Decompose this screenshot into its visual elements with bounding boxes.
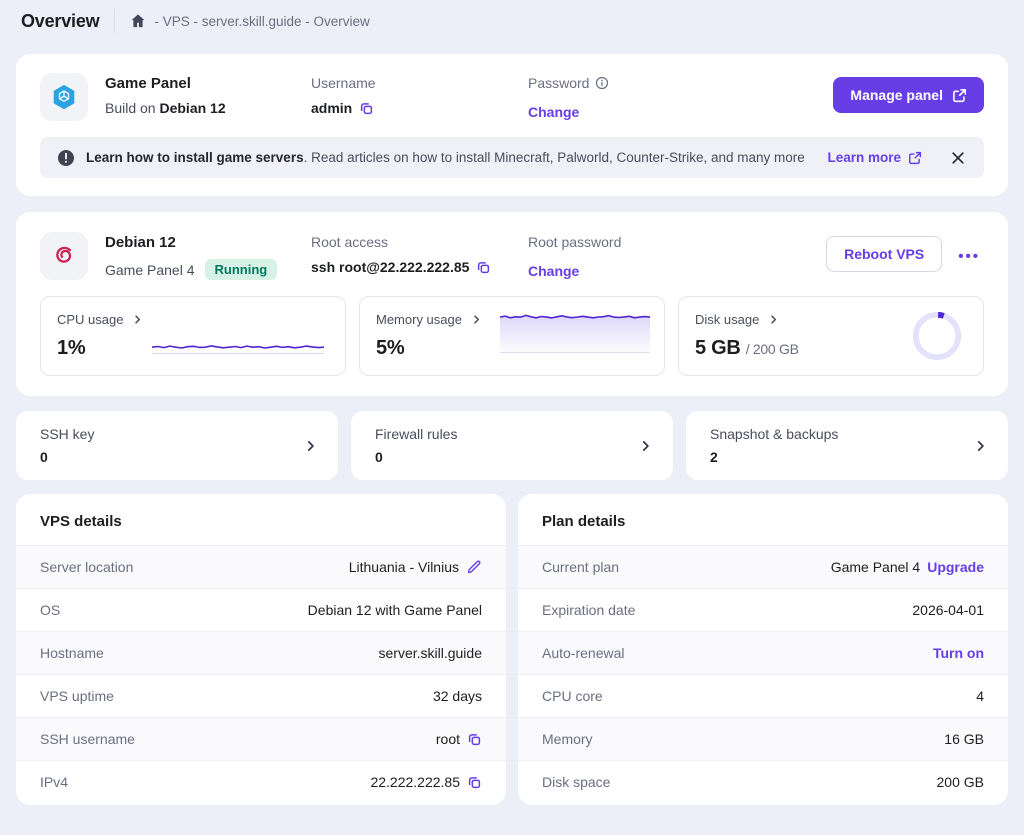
game-panel-title: Game Panel — [105, 75, 311, 92]
vps-details-title: VPS details — [16, 513, 506, 545]
snapshot-backups-count: 2 — [710, 449, 984, 465]
ssh-key-card[interactable]: SSH key 0 — [16, 411, 338, 480]
root-password-change-link[interactable]: Change — [528, 263, 579, 279]
breadcrumb-divider — [114, 9, 115, 33]
server-card: Debian 12 Game Panel 4 Running Root acce… — [16, 212, 1008, 396]
root-access-label: Root access — [311, 234, 528, 250]
table-row: Server location Lithuania - Vilnius — [16, 545, 506, 588]
manage-panel-button[interactable]: Manage panel — [833, 77, 984, 113]
chevron-right-icon — [639, 439, 652, 452]
snapshot-backups-card[interactable]: Snapshot & backups 2 — [686, 411, 1008, 480]
server-os-title: Debian 12 — [105, 234, 311, 251]
table-row: CPU core 4 — [518, 674, 1008, 717]
firewall-rules-card[interactable]: Firewall rules 0 — [351, 411, 673, 480]
root-access-value: ssh root@22.222.222.85 — [311, 259, 469, 275]
table-row: Hostname server.skill.guide — [16, 631, 506, 674]
copy-username-icon[interactable] — [359, 101, 374, 116]
table-row: IPv4 22.222.222.85 — [16, 760, 506, 803]
edit-location-icon[interactable] — [466, 559, 482, 575]
vps-details-card: VPS details Server location Lithuania - … — [16, 494, 506, 805]
ssh-key-label: SSH key — [40, 426, 314, 442]
snapshot-backups-label: Snapshot & backups — [710, 426, 984, 442]
page-title: Overview — [21, 11, 99, 32]
chevron-right-icon — [768, 314, 779, 325]
disk-usage-total: / 200 GB — [746, 341, 799, 357]
table-row: SSH username root — [16, 717, 506, 760]
cpu-sparkline-chart — [152, 332, 324, 358]
password-label: Password — [528, 75, 833, 91]
server-plan-name: Game Panel 4 — [105, 262, 195, 278]
external-link-icon — [952, 88, 967, 103]
username-label: Username — [311, 75, 528, 91]
alert-icon — [57, 149, 75, 167]
copy-ipv4-icon[interactable] — [467, 775, 482, 790]
game-panel-icon — [49, 82, 79, 112]
game-panel-card: Game Panel Build on Debian 12 Username a… — [16, 54, 1008, 196]
copy-ssh-icon[interactable] — [476, 260, 491, 275]
cpu-usage-label: CPU usage — [57, 312, 123, 327]
info-icon[interactable] — [595, 76, 609, 90]
breadcrumb-text: - VPS - server.skill.guide - Overview — [154, 14, 369, 29]
table-row: OS Debian 12 with Game Panel — [16, 588, 506, 631]
debian-swirl-icon — [48, 240, 80, 272]
memory-usage-card[interactable]: Memory usage 5% — [359, 296, 665, 376]
top-bar: Overview - VPS - server.skill.guide - Ov… — [0, 0, 1024, 42]
table-row: Current plan Game Panel 4 Upgrade — [518, 545, 1008, 588]
plan-details-title: Plan details — [518, 513, 1008, 545]
memory-usage-label: Memory usage — [376, 312, 462, 327]
main-content: Game Panel Build on Debian 12 Username a… — [0, 42, 1024, 805]
disk-usage-card[interactable]: Disk usage 5 GB / 200 GB — [678, 296, 984, 376]
table-row: VPS uptime 32 days — [16, 674, 506, 717]
username-value: admin — [311, 100, 352, 116]
table-row: Disk space 200 GB — [518, 760, 1008, 803]
game-panel-logo — [40, 73, 88, 121]
ssh-key-count: 0 — [40, 449, 314, 465]
firewall-rules-label: Firewall rules — [375, 426, 649, 442]
external-link-icon — [908, 151, 922, 165]
copy-ssh-username-icon[interactable] — [467, 732, 482, 747]
chevron-right-icon — [471, 314, 482, 325]
install-guides-banner: Learn how to install game servers. Read … — [40, 137, 984, 178]
password-change-link[interactable]: Change — [528, 104, 579, 120]
table-row: Expiration date 2026-04-01 — [518, 588, 1008, 631]
firewall-rules-count: 0 — [375, 449, 649, 465]
chevron-right-icon — [132, 314, 143, 325]
disk-usage-label: Disk usage — [695, 312, 759, 327]
debian-logo — [40, 232, 88, 280]
cpu-usage-card[interactable]: CPU usage 1% — [40, 296, 346, 376]
breadcrumb: - VPS - server.skill.guide - Overview — [130, 13, 369, 29]
chevron-right-icon — [304, 439, 317, 452]
disk-donut-chart — [910, 309, 964, 363]
home-icon[interactable] — [130, 13, 146, 29]
learn-more-link[interactable]: Learn more — [827, 150, 922, 165]
table-row: Auto-renewal Turn on — [518, 631, 1008, 674]
root-password-label: Root password — [528, 234, 826, 250]
memory-area-chart — [500, 308, 650, 354]
table-row: Memory 16 GB — [518, 717, 1008, 760]
plan-details-card: Plan details Current plan Game Panel 4 U… — [518, 494, 1008, 805]
auto-renewal-turn-on-link[interactable]: Turn on — [933, 645, 984, 661]
close-icon[interactable] — [949, 149, 967, 167]
upgrade-link[interactable]: Upgrade — [927, 559, 984, 575]
status-badge: Running — [205, 259, 278, 280]
reboot-vps-button[interactable]: Reboot VPS — [826, 236, 942, 272]
more-options-button[interactable]: ••• — [954, 244, 984, 269]
game-panel-subtitle: Build on Debian 12 — [105, 100, 311, 116]
disk-usage-value: 5 GB — [695, 337, 740, 359]
chevron-right-icon — [974, 439, 987, 452]
banner-text: Learn how to install game servers. Read … — [86, 150, 816, 165]
